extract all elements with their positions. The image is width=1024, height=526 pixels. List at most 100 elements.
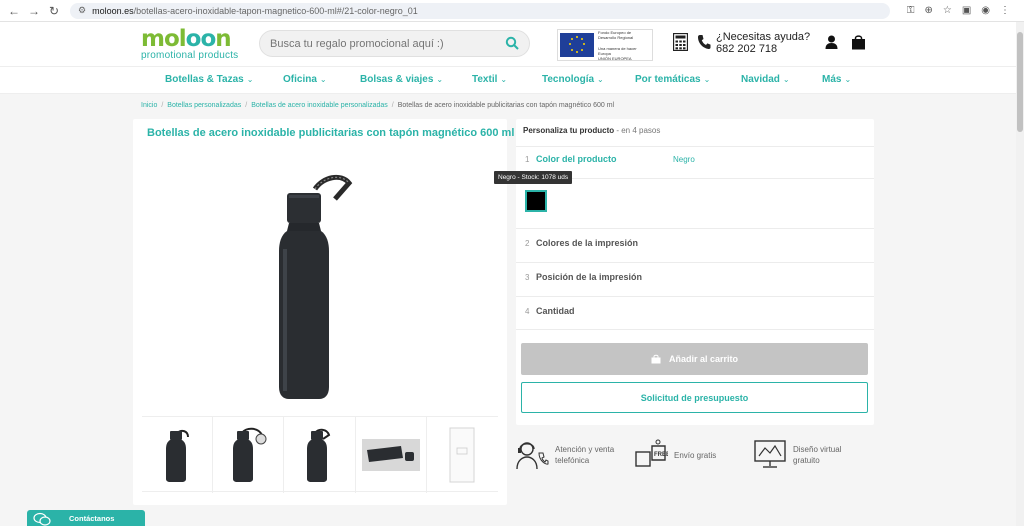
menu-item-tecnologia[interactable]: Tecnología ⌄ [542, 74, 604, 85]
bookmark-star-icon[interactable]: ☆ [943, 5, 952, 16]
eu-motto-text: Una manera de hacer Europa [598, 45, 637, 56]
eu-label-text: UNIÓN EUROPEA [598, 55, 632, 61]
chevron-down-icon: ⌄ [703, 75, 711, 84]
menu-item-botellas-tazas[interactable]: Botellas & Tazas ⌄ [165, 74, 253, 85]
help-phone: 682 202 718 [716, 43, 778, 55]
product-title: Botellas de acero inoxidable publicitari… [147, 127, 515, 139]
step-number: 2 [525, 239, 530, 248]
chevron-down-icon: ⌄ [436, 75, 444, 84]
shopping-bag-icon[interactable] [851, 34, 866, 50]
address-bar[interactable]: ⚙ moloon.es/botellas-acero-inoxidable-ta… [70, 2, 890, 19]
product-main-image[interactable] [223, 159, 423, 419]
bottle-thumbnail-icon [306, 428, 330, 482]
chevron-down-icon: ⌄ [246, 75, 254, 84]
thumbnail-3[interactable] [284, 417, 356, 493]
thumbnail-2[interactable] [213, 417, 285, 493]
chevron-down-icon: ⌄ [500, 75, 508, 84]
key-icon[interactable]: ⚿ [907, 5, 915, 16]
logo-text-3: n [215, 26, 231, 52]
feature-free-shipping: FREE Envío gratis [634, 438, 746, 470]
phone-icon[interactable] [697, 34, 711, 50]
add-to-cart-label: Añadir al carrito [668, 354, 739, 364]
product-configurator: Personaliza tu producto - en 4 pasos 1 C… [494, 119, 874, 425]
add-to-cart-button[interactable]: Añadir al carrito [521, 343, 868, 375]
step-quantity[interactable]: 4 Cantidad [516, 296, 874, 330]
svg-text:FREE: FREE [654, 452, 668, 458]
help-label: ¿Necesitas ayuda? [716, 31, 811, 43]
bottle-lying-thumbnail-icon [361, 439, 420, 471]
site-logo[interactable]: moloon promotional products [141, 26, 246, 62]
step-number: 4 [525, 307, 530, 316]
eu-flag-icon [560, 33, 594, 57]
menu-label: Más [822, 74, 842, 85]
contact-tab[interactable]: Contáctanos [27, 510, 145, 526]
chevron-down-icon: ⌄ [782, 75, 790, 84]
menu-label: Tecnología [542, 74, 595, 85]
zoom-icon[interactable]: ⊕ [924, 5, 932, 16]
logo-text-2: oo [185, 26, 217, 52]
contact-label: Contáctanos [69, 513, 115, 523]
browser-menu-icon[interactable]: ⋮ [1000, 5, 1010, 16]
site-info-icon[interactable]: ⚙ [78, 5, 86, 16]
breadcrumb-link-inicio[interactable]: Inicio [141, 102, 157, 109]
search-icon[interactable] [505, 36, 519, 50]
feature-text: Diseño virtual gratuito [793, 445, 842, 465]
page-scrollbar[interactable] [1016, 22, 1024, 526]
configurator-title: Personaliza tu producto [523, 126, 615, 135]
breadcrumb-separator: / [245, 102, 248, 109]
main-menu: Botellas & Tazas ⌄ Oficina ⌄ Bolsas & viaj… [0, 66, 1016, 94]
thumbnail-strip [142, 416, 498, 493]
menu-label: Textil [472, 74, 498, 85]
reload-icon[interactable]: ↻ [48, 4, 60, 18]
logo-subtitle: promotional products [141, 50, 239, 61]
request-quote-label: Solicitud de presupuesto [640, 392, 749, 403]
configurator-steps-note: - en 4 pasos [614, 126, 661, 135]
scrollbar-thumb[interactable] [1017, 32, 1023, 132]
help-contact[interactable]: ¿Necesitas ayuda? 682 202 718 [716, 31, 810, 55]
thumbnail-4[interactable] [356, 417, 427, 493]
user-account-icon[interactable] [825, 35, 838, 49]
chevron-down-icon: ⌄ [844, 75, 852, 84]
menu-label: Por temáticas [635, 74, 701, 85]
chevron-down-icon: ⌄ [319, 75, 327, 84]
step-print-position[interactable]: 3 Posición de la impresión [516, 262, 874, 296]
search-input[interactable] [270, 37, 500, 50]
eu-fund-text: Fondo Europeo de Desarrollo Regional [598, 29, 634, 40]
url-path: /botellas-acero-inoxidable-tapon-magneti… [133, 5, 418, 16]
calculator-icon[interactable] [673, 33, 688, 51]
thumbnail-1[interactable] [142, 417, 214, 493]
breadcrumb-separator: / [391, 102, 394, 109]
profile-icon[interactable]: ◉ [981, 5, 990, 16]
step-print-colors[interactable]: 2 Colores de la impresión [516, 228, 874, 262]
menu-item-navidad[interactable]: Navidad ⌄ [741, 74, 790, 85]
menu-label: Bolsas & viajes [360, 74, 434, 85]
shopping-bag-icon [651, 354, 661, 364]
site-header: moloon promotional products Fondo Europe… [0, 22, 1016, 66]
request-quote-button[interactable]: Solicitud de presupuesto [521, 382, 868, 413]
menu-item-bolsas-viajes[interactable]: Bolsas & viajes ⌄ [360, 74, 443, 85]
menu-item-mas[interactable]: Más ⌄ [822, 74, 851, 85]
breadcrumb-current: Botellas de acero inoxidable publicitari… [397, 102, 615, 109]
breadcrumb-link-acero[interactable]: Botellas de acero inoxidable personaliza… [251, 102, 388, 109]
step-label: Color del producto [536, 154, 617, 164]
back-icon[interactable]: ← [8, 4, 20, 18]
menu-item-textil[interactable]: Textil ⌄ [472, 74, 507, 85]
step-number: 3 [525, 273, 530, 282]
swatch-tooltip: Negro - Stock: 1078 uds [494, 171, 573, 184]
breadcrumb-link-botellas[interactable]: Botellas personalizadas [167, 102, 241, 109]
browser-nav: ← → ↻ [0, 4, 60, 18]
menu-label: Botellas & Tazas [165, 74, 244, 85]
forward-icon[interactable]: → [28, 4, 40, 18]
menu-item-por-tematicas[interactable]: Por temáticas ⌄ [635, 74, 710, 85]
breadcrumb: Inicio / Botellas personalizadas / Botellas … [141, 102, 614, 109]
color-swatch-negro[interactable] [525, 190, 547, 212]
chat-bubbles-icon [33, 512, 51, 526]
menu-label: Oficina [283, 74, 317, 85]
step-label: Colores de la impresión [536, 238, 639, 248]
menu-item-oficina[interactable]: Oficina ⌄ [283, 74, 327, 85]
url-host: moloon.es [92, 5, 134, 16]
configurator-heading: Personaliza tu producto - en 4 pasos [523, 126, 660, 135]
extensions-icon[interactable]: ▣ [962, 5, 971, 16]
selected-color-value: Negro [673, 155, 695, 164]
thumbnail-5[interactable] [427, 417, 498, 493]
